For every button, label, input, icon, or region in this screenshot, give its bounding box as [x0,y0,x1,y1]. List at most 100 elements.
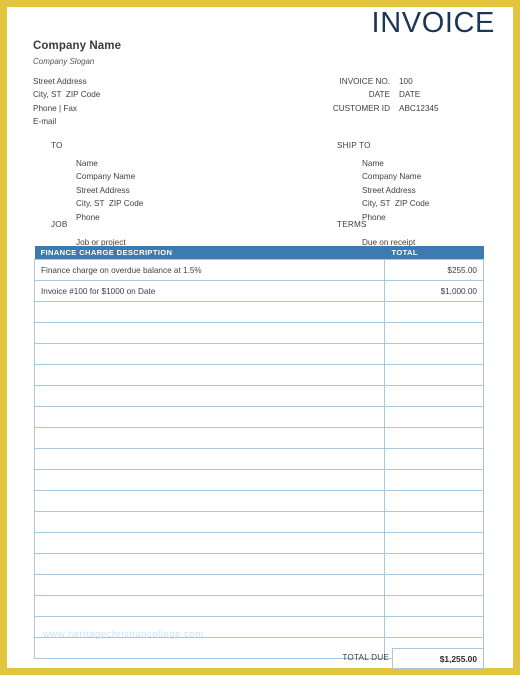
company-address-line: Phone | Fax [33,103,77,113]
table-row[interactable] [34,574,484,596]
invoice-meta-row: DATE DATE [307,88,497,101]
terms-heading: TERMS [337,220,367,229]
table-row[interactable] [34,322,484,344]
ship-to-line: Company Name [362,172,422,182]
total-due-value: $1,255.00 [439,654,477,664]
cell-description[interactable]: Invoice #100 for $1000 on Date [34,280,385,302]
cell-description[interactable] [34,511,385,533]
table-row[interactable] [34,511,484,533]
page-border-left [0,0,7,675]
company-address-line: E-mail [33,117,57,127]
table-row[interactable] [34,616,484,638]
company-address-line: Street Address [33,77,87,86]
column-header-description: FINANCE CHARGE DESCRIPTION [34,246,385,260]
bill-to-line: Company Name [76,172,136,182]
cell-description[interactable] [34,532,385,554]
ship-to-line: Name [362,159,384,168]
ship-to-lines: Name Company Name Street Address City, ST Z… [362,157,429,224]
cell-total[interactable]: $255.00 [384,259,484,281]
cell-total[interactable] [384,490,484,512]
cell-description[interactable] [34,343,385,365]
invoice-meta-label: INVOICE NO. [339,77,391,86]
cell-total[interactable] [384,511,484,533]
ship-to-line: Street Address [362,185,416,195]
cell-total[interactable] [384,343,484,365]
total-due-label: TOTAL DUE [342,653,389,662]
cell-total[interactable] [384,532,484,554]
cell-total[interactable] [384,553,484,575]
table-row[interactable] [34,490,484,512]
bill-to-heading: TO [51,141,63,150]
invoice-meta-value: ABC12345 [399,103,439,113]
line-items-table-head: FINANCE CHARGE DESCRIPTION TOTAL [34,246,484,260]
table-row[interactable] [34,595,484,617]
cell-total[interactable] [384,469,484,491]
page-border-right [513,0,520,675]
company-name: Company Name [33,40,122,52]
cell-description[interactable] [34,385,385,407]
cell-total[interactable] [384,574,484,596]
cell-total[interactable] [384,616,484,638]
invoice-meta-value: 100 [399,77,413,86]
terms-block: TERMS Due on receipt [337,220,415,247]
cell-total[interactable] [384,427,484,449]
cell-description[interactable] [34,448,385,470]
invoice-page: INVOICE Company Name Company Slogan Stre… [0,0,520,675]
company-address-line: City, ST ZIP Code [33,90,101,100]
table-row[interactable] [34,343,484,365]
invoice-meta-block: INVOICE NO. 100 DATE DATE CUSTOMER ID ABC1234… [307,75,497,115]
ship-to-heading: SHIP TO [337,141,371,150]
table-row[interactable] [34,532,484,554]
invoice-meta-row: CUSTOMER ID ABC12345 [307,102,497,115]
bill-to-line: Street Address [76,185,130,195]
table-row[interactable] [34,553,484,575]
cell-total[interactable] [384,406,484,428]
table-row[interactable]: Finance charge on overdue balance at 1.5… [34,259,484,281]
cell-description[interactable] [34,574,385,596]
cell-total[interactable] [384,364,484,386]
bill-to-block: TO Name Company Name Street Address City, S… [51,141,143,224]
cell-total[interactable] [384,301,484,323]
table-row[interactable]: Invoice #100 for $1000 on Date $1,000.00 [34,280,484,302]
cell-description[interactable] [34,427,385,449]
company-slogan: Company Slogan [33,57,95,66]
cell-description[interactable] [34,595,385,617]
invoice-sheet: INVOICE Company Name Company Slogan Stre… [7,7,513,669]
cell-description[interactable]: Finance charge on overdue balance at 1.5… [34,259,385,281]
cell-description[interactable] [34,364,385,386]
page-border-top [0,0,520,7]
cell-description[interactable] [34,553,385,575]
cell-description[interactable] [34,322,385,344]
invoice-meta-value: DATE [399,90,421,100]
table-row[interactable] [34,448,484,470]
bill-to-line: City, ST ZIP Code [76,199,144,209]
page-title: INVOICE [371,7,495,39]
table-header-row: FINANCE CHARGE DESCRIPTION TOTAL [34,246,484,260]
company-address-block: Street Address City, ST ZIP Code Phone | F… [33,75,100,129]
cell-description[interactable] [34,469,385,491]
table-row[interactable] [34,364,484,386]
table-row[interactable] [34,427,484,449]
ship-to-block: SHIP TO Name Company Name Street Address Ci… [337,141,429,224]
column-header-total: TOTAL [384,246,484,260]
cell-total[interactable] [384,322,484,344]
table-row[interactable] [34,469,484,491]
cell-description[interactable] [34,490,385,512]
job-heading: JOB [51,220,68,229]
job-block: JOB Job or project [51,220,126,247]
cell-description[interactable] [34,616,385,638]
cell-total[interactable] [384,595,484,617]
line-items-table: FINANCE CHARGE DESCRIPTION TOTAL Finance… [34,246,484,659]
cell-description[interactable] [34,301,385,323]
table-row[interactable] [34,301,484,323]
line-items-table-body: Finance charge on overdue balance at 1.5… [34,259,484,659]
cell-total[interactable] [384,385,484,407]
cell-description[interactable] [34,406,385,428]
cell-total[interactable]: $1,000.00 [384,280,484,302]
table-row[interactable] [34,385,484,407]
invoice-meta-row: INVOICE NO. 100 [307,75,497,88]
total-due-row: TOTAL DUE $1,255.00 [34,648,484,669]
table-row[interactable] [34,406,484,428]
invoice-meta-label: DATE [368,90,390,100]
cell-total[interactable] [384,448,484,470]
